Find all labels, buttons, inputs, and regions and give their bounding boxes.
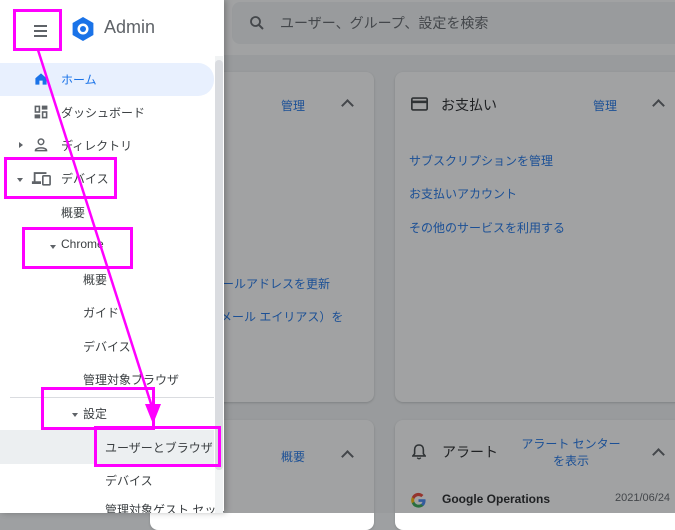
sidebar-item-label: ディレクトリ (61, 139, 133, 153)
drawer-scrollbar-thumb[interactable] (215, 60, 223, 470)
sidebar-item-chrome-devices[interactable]: デバイス (0, 330, 214, 363)
expand-right-icon[interactable] (19, 142, 23, 148)
sidebar-item-devices-overview[interactable]: 概要 (0, 196, 214, 229)
admin-logo-icon (72, 17, 94, 41)
sidebar-item-chrome-guide[interactable]: ガイド (0, 296, 214, 329)
annotation-box-menu (13, 9, 62, 51)
annotation-box-devices (4, 157, 117, 199)
sidebar-item-label: 概要 (83, 273, 108, 287)
annotation-box-chrome (22, 227, 133, 269)
sidebar-item-label: デバイス (105, 474, 153, 488)
sidebar-item-label: 管理対象ブラウザ (83, 373, 180, 387)
app-brand: Admin (104, 17, 156, 37)
person-icon (34, 138, 48, 152)
sidebar-item-managed-guest[interactable]: 管理対象ゲスト セッション (0, 493, 224, 513)
sidebar-item-dashboard[interactable]: ダッシュボード (0, 96, 214, 129)
home-icon (35, 73, 47, 85)
sidebar-item-label: デバイス (83, 340, 131, 354)
sidebar-item-home[interactable]: ホーム (0, 63, 214, 96)
sidebar-item-label: ホーム (61, 73, 97, 87)
sidebar-item-label: 概要 (61, 206, 86, 220)
sidebar-item-label: ダッシュボード (61, 106, 146, 120)
sidebar-item-label: 管理対象ゲスト セッション (105, 503, 224, 513)
sidebar-item-label: ガイド (83, 306, 120, 320)
annotation-box-users-browsers (94, 426, 221, 467)
annotation-box-settings (41, 387, 155, 430)
dashboard-icon (34, 105, 48, 119)
